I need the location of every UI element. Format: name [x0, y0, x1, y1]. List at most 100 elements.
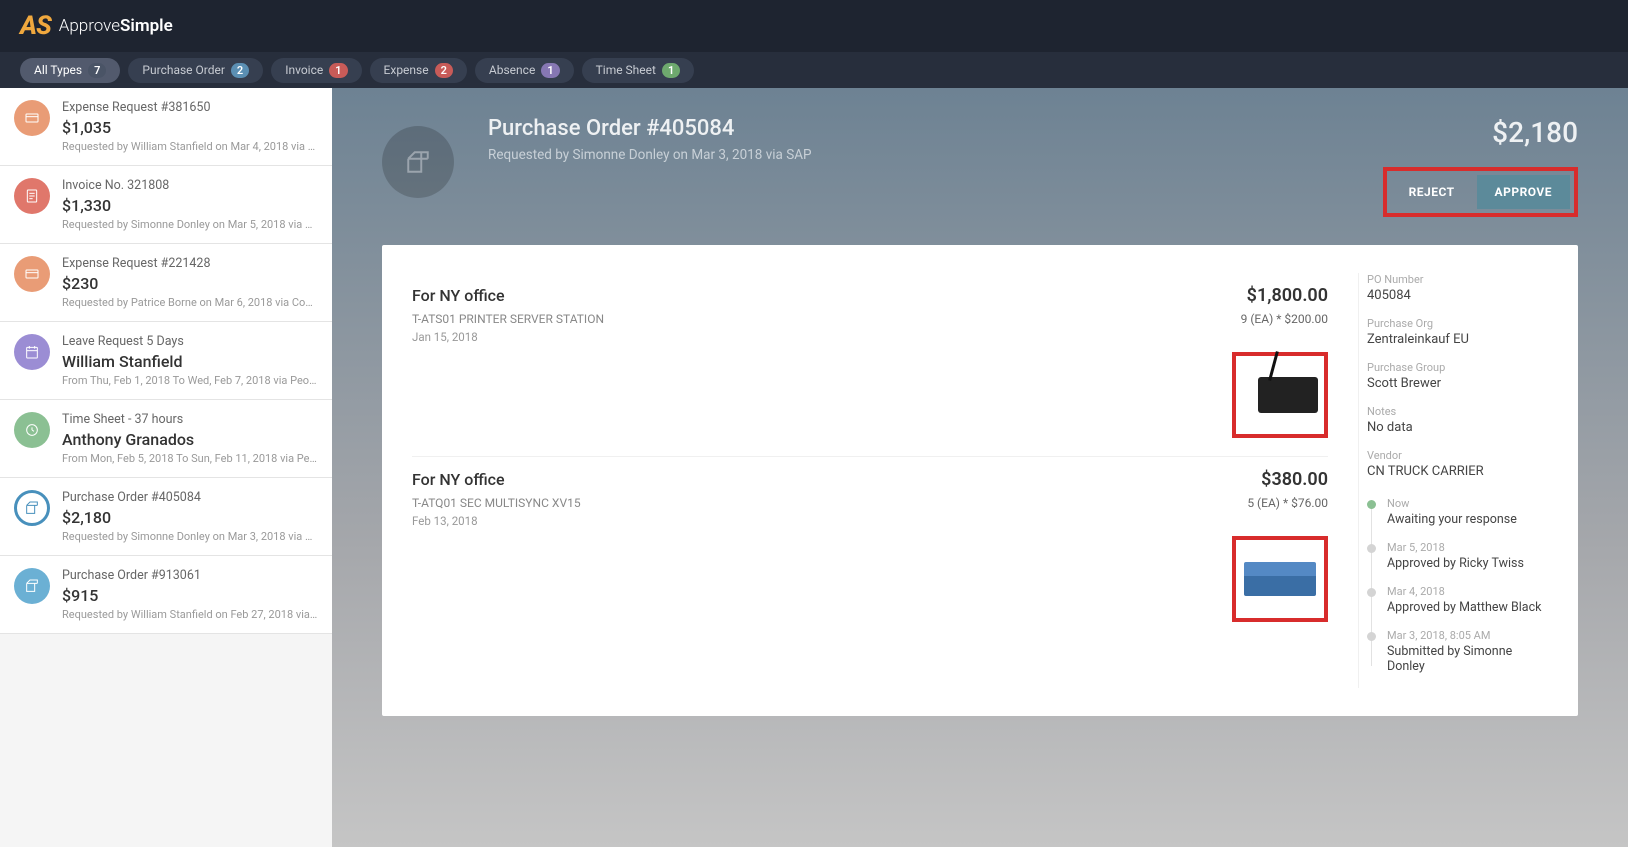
info-label: Purchase Group — [1367, 361, 1548, 374]
product-image-highlight-box — [1232, 352, 1328, 438]
request-item[interactable]: Expense Request #381650 $1,035 Requested b… — [0, 88, 332, 166]
info-value: CN TRUCK CARRIER — [1367, 464, 1548, 479]
product-image-highlight-box — [1232, 536, 1328, 622]
doc-icon — [14, 178, 50, 214]
filter-pill[interactable]: Invoice1 — [271, 58, 361, 83]
timeline-date: Mar 4, 2018 — [1387, 585, 1548, 598]
line-item: For NY office $1,800.00 T-ATS01 PRINTER SE… — [412, 273, 1328, 457]
filter-pill[interactable]: Absence1 — [475, 58, 574, 83]
detail-amount: $2,180 — [1383, 116, 1578, 149]
timeline-dot-icon — [1367, 500, 1376, 509]
timeline-text: Approved by Matthew Black — [1387, 600, 1548, 615]
info-value: 405084 — [1367, 288, 1548, 303]
logo-text: ApproveSimple — [59, 16, 173, 36]
item-meta: Requested by William Stanfield on Mar 4,… — [62, 140, 318, 153]
item-value: $1,330 — [62, 196, 318, 215]
info-label: PO Number — [1367, 273, 1548, 286]
filter-pill[interactable]: Purchase Order2 — [128, 58, 263, 83]
timeline-item: Mar 3, 2018, 8:05 AMSubmitted by Simonne… — [1367, 629, 1548, 674]
item-title: Expense Request #381650 — [62, 100, 318, 115]
detail-pane: Purchase Order #405084 Requested by Simo… — [332, 88, 1628, 847]
item-title: Purchase Order #405084 — [62, 490, 318, 505]
line-location: For NY office — [412, 286, 505, 305]
item-value: William Stanfield — [62, 352, 318, 371]
item-meta: Requested by Simonne Donley on Mar 3, 20… — [62, 530, 318, 543]
detail-subtitle: Requested by Simonne Donley on Mar 3, 20… — [488, 147, 1349, 163]
detail-card: For NY office $1,800.00 T-ATS01 PRINTER SE… — [382, 245, 1578, 716]
item-meta: Requested by Patrice Borne on Mar 6, 201… — [62, 296, 318, 309]
request-item[interactable]: Leave Request 5 Days William Stanfield Fro… — [0, 322, 332, 400]
item-value: Anthony Granados — [62, 430, 318, 449]
timeline-item: Mar 4, 2018 Approved by Matthew Black — [1367, 585, 1548, 615]
info-label: Purchase Org — [1367, 317, 1548, 330]
timeline-date: Now — [1387, 497, 1548, 510]
item-meta: Requested by Simonne Donley on Mar 5, 20… — [62, 218, 318, 231]
request-item[interactable]: Time Sheet - 37 hours Anthony Granados Fro… — [0, 400, 332, 478]
action-highlight-box: Reject Approve — [1383, 167, 1578, 217]
top-bar: AS ApproveSimple — [0, 0, 1628, 52]
line-qty: 9 (EA) * $200.00 — [1241, 312, 1328, 326]
request-item[interactable]: Invoice No. 321808 $1,330 Requested by Sim… — [0, 166, 332, 244]
item-meta: From Thu, Feb 1, 2018 To Wed, Feb 7, 201… — [62, 374, 318, 387]
item-meta: Requested by William Stanfield on Feb 27… — [62, 608, 318, 621]
info-value: Zentraleinkauf EU — [1367, 332, 1548, 347]
detail-sidebar: PO Number 405084 Purchase Org Zentraleinkau… — [1358, 273, 1578, 688]
timeline-text: Approved by Ricky Twiss — [1387, 556, 1548, 571]
info-label: Notes — [1367, 405, 1548, 418]
request-item[interactable]: Purchase Order #405084 $2,180 Requested by… — [0, 478, 332, 556]
item-value: $915 — [62, 586, 318, 605]
line-price: $380.00 — [1261, 469, 1328, 490]
timeline-text: Awaiting your response — [1387, 512, 1548, 527]
info-value: No data — [1367, 420, 1548, 435]
item-title: Invoice No. 321808 — [62, 178, 318, 193]
item-title: Leave Request 5 Days — [62, 334, 318, 349]
cal-icon — [14, 334, 50, 370]
timeline-dot-icon — [1367, 544, 1376, 553]
line-date: Feb 13, 2018 — [412, 514, 1328, 528]
info-value: Scott Brewer — [1367, 376, 1548, 391]
line-description: T-ATS01 PRINTER SERVER STATION — [412, 312, 604, 326]
detail-title: Purchase Order #405084 — [488, 116, 1349, 141]
filter-pill[interactable]: All Types7 — [20, 58, 120, 83]
timeline-dot-icon — [1367, 632, 1376, 641]
info-label: Vendor — [1367, 449, 1548, 462]
timeline-item: Mar 5, 2018 Approved by Ricky Twiss — [1367, 541, 1548, 571]
filter-bar: All Types7 Purchase Order2 Invoice1 Expense… — [0, 52, 1628, 88]
request-item[interactable]: Expense Request #221428 $230 Requested by … — [0, 244, 332, 322]
approval-timeline: Now Awaiting your response Mar 5, 2018 Appr… — [1367, 497, 1548, 674]
logo-icon: AS — [20, 11, 51, 41]
request-item[interactable]: Purchase Order #913061 $915 Requested by W… — [0, 556, 332, 634]
timeline-item: Now Awaiting your response — [1367, 497, 1548, 527]
line-date: Jan 15, 2018 — [412, 330, 1328, 344]
item-title: Time Sheet - 37 hours — [62, 412, 318, 427]
filter-pill[interactable]: Time Sheet1 — [582, 58, 695, 83]
card-icon — [14, 256, 50, 292]
timeline-text: Submitted by Simonne Donley — [1387, 644, 1548, 674]
line-price: $1,800.00 — [1247, 285, 1328, 306]
line-qty: 5 (EA) * $76.00 — [1247, 496, 1328, 510]
reject-button[interactable]: Reject — [1391, 175, 1473, 209]
po-large-icon — [382, 126, 454, 198]
timeline-date: Mar 5, 2018 — [1387, 541, 1548, 554]
request-list[interactable]: Expense Request #381650 $1,035 Requested b… — [0, 88, 332, 847]
card-icon — [14, 100, 50, 136]
line-location: For NY office — [412, 470, 505, 489]
approve-button[interactable]: Approve — [1477, 175, 1570, 209]
line-items: For NY office $1,800.00 T-ATS01 PRINTER SE… — [382, 273, 1358, 688]
clock-icon — [14, 412, 50, 448]
workspace: Expense Request #381650 $1,035 Requested b… — [0, 88, 1628, 847]
item-title: Expense Request #221428 — [62, 256, 318, 271]
filter-pill[interactable]: Expense2 — [370, 58, 467, 83]
logo[interactable]: AS ApproveSimple — [20, 11, 173, 41]
line-item: For NY office $380.00 T-ATQ01 SEC MULTISYN… — [412, 457, 1328, 640]
po-icon — [14, 568, 50, 604]
item-value: $230 — [62, 274, 318, 293]
item-meta: From Mon, Feb 5, 2018 To Sun, Feb 11, 20… — [62, 452, 318, 465]
detail-header: Purchase Order #405084 Requested by Simo… — [332, 88, 1628, 217]
item-value: $2,180 — [62, 508, 318, 527]
timeline-dot-icon — [1367, 588, 1376, 597]
po-icon — [14, 490, 50, 526]
item-value: $1,035 — [62, 118, 318, 137]
item-title: Purchase Order #913061 — [62, 568, 318, 583]
line-description: T-ATQ01 SEC MULTISYNC XV15 — [412, 496, 581, 510]
